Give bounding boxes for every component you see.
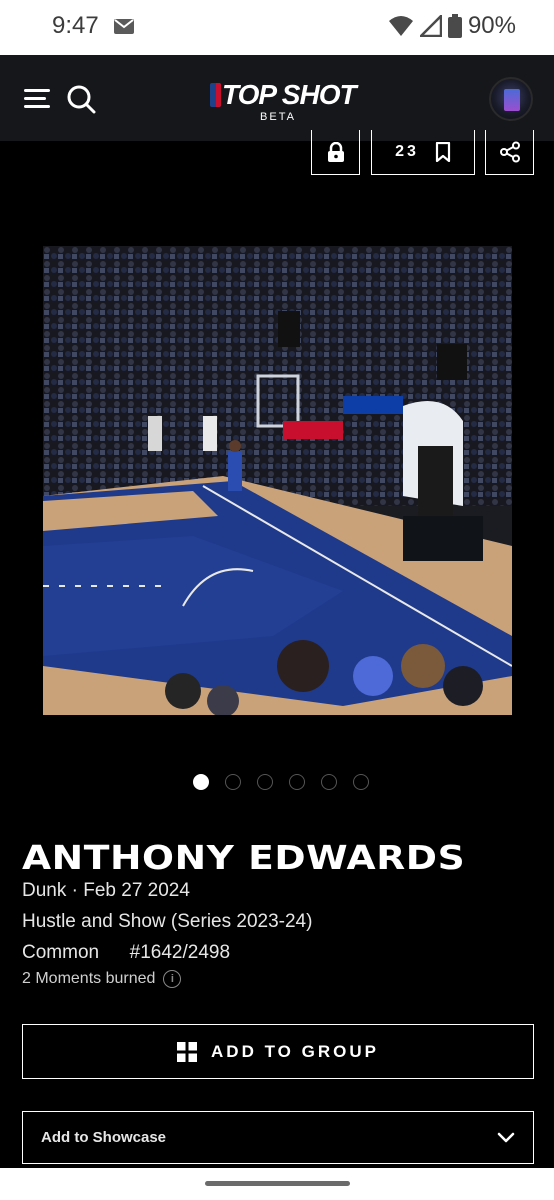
moment-video[interactable] (43, 246, 512, 715)
add-to-group-label: ADD TO GROUP (211, 1041, 379, 1061)
search-icon[interactable] (66, 84, 96, 114)
add-to-showcase-label: Add to Showcase (41, 1129, 167, 1146)
status-right: 90% (388, 12, 516, 40)
info-icon[interactable]: i (163, 970, 182, 988)
carousel-dot[interactable] (193, 774, 209, 790)
grid-icon (177, 1041, 198, 1062)
status-bar: 9:47 90% (0, 0, 554, 55)
carousel-dot[interactable] (321, 774, 337, 790)
carousel-dot[interactable] (257, 774, 273, 790)
bookmark-icon (435, 142, 450, 162)
set-line: Hustle and Show (Series 2023-24) (22, 911, 313, 932)
logo-text: TOP SHOT (222, 79, 357, 110)
battery-icon (447, 14, 462, 38)
top-shot-logo[interactable]: TOP SHOT BETA (208, 79, 357, 125)
serial-number: #1642/2498 (129, 942, 231, 963)
add-to-showcase-select[interactable]: Add to Showcase (22, 1111, 534, 1164)
logo-beta: BETA (260, 111, 296, 123)
save-count: 23 (395, 143, 419, 160)
avatar[interactable] (489, 77, 533, 121)
home-indicator[interactable] (205, 1181, 350, 1186)
highlight-video-frame (43, 246, 512, 715)
signal-icon (419, 15, 442, 37)
lock-icon (327, 142, 344, 162)
lock-button[interactable] (311, 130, 360, 175)
rarity-serial-line: Common #1642/2498 (22, 942, 230, 964)
play-line: Dunk · Feb 27 2024 (22, 880, 190, 901)
burned-info: 2 Moments burned i (22, 970, 182, 988)
save-button[interactable]: 23 (371, 130, 475, 175)
player-name: ANTHONY EDWARDS (22, 838, 466, 877)
burned-text: 2 Moments burned (22, 970, 156, 987)
share-button[interactable] (485, 130, 534, 175)
share-icon (499, 141, 520, 163)
carousel-dots (0, 774, 554, 792)
wifi-icon (388, 16, 413, 36)
battery-percent: 90% (467, 12, 516, 39)
mail-icon (114, 19, 134, 34)
system-nav-bar (0, 1168, 554, 1200)
nba-logo-icon (210, 83, 221, 107)
menu-icon[interactable] (24, 88, 50, 108)
chevron-down-icon (497, 1132, 515, 1142)
app-header: TOP SHOT BETA (0, 55, 554, 141)
carousel-dot[interactable] (225, 774, 241, 790)
rarity-label: Common (22, 942, 100, 963)
carousel-dot[interactable] (289, 774, 305, 790)
status-time: 9:47 (52, 12, 99, 39)
carousel-dot[interactable] (353, 774, 369, 790)
add-to-group-button[interactable]: ADD TO GROUP (22, 1024, 534, 1079)
